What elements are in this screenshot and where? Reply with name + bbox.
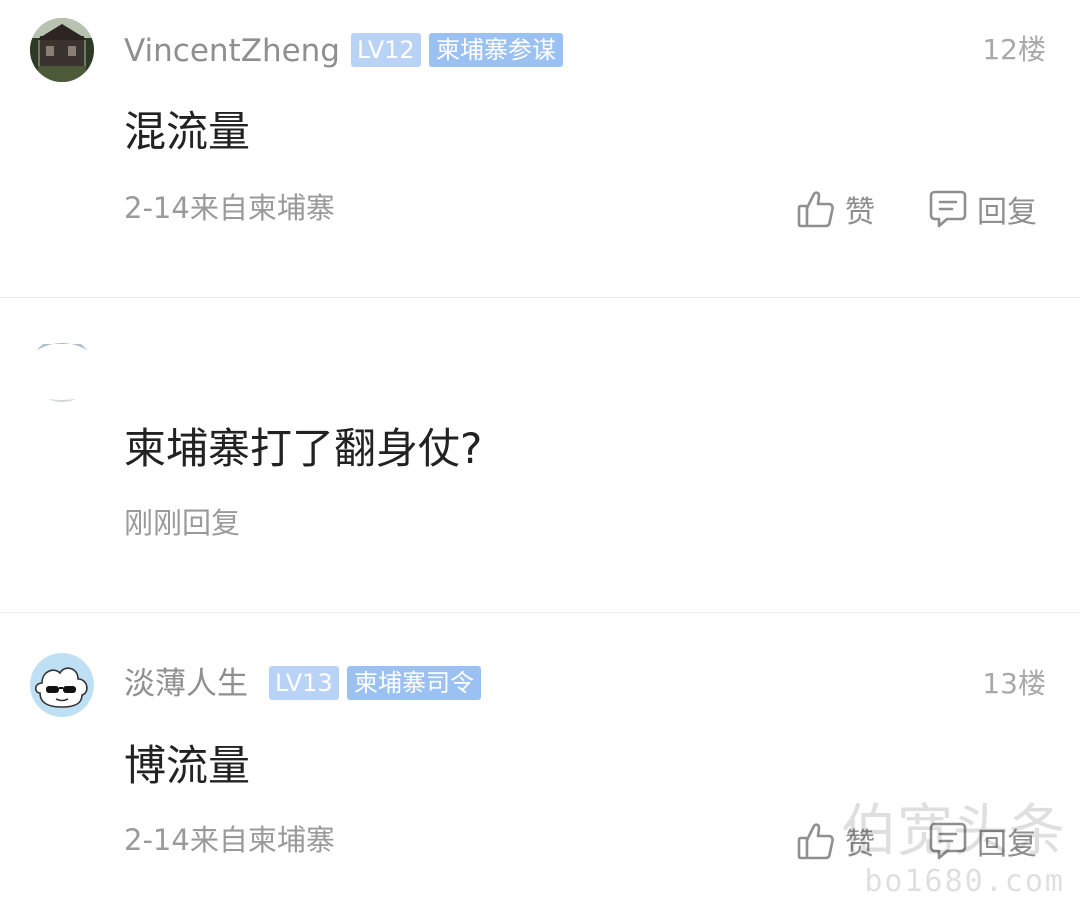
level-badge: LV12 <box>351 33 421 67</box>
watermark-text: 伯宽头条 <box>841 799 1065 864</box>
watermark-url: bo1680.com <box>864 864 1065 899</box>
comment-text: 混流量 <box>124 107 251 156</box>
thumbs-up-icon <box>797 189 835 229</box>
avatar-photo <box>30 338 94 402</box>
user-avatar[interactable] <box>30 338 94 402</box>
title-badge: 柬埔寨参谋 <box>429 33 563 67</box>
user-avatar[interactable] <box>30 653 94 717</box>
comment-meta: 刚刚回复 <box>124 506 241 540</box>
level-badge: LV13 <box>269 666 339 700</box>
like-label: 赞 <box>845 195 875 230</box>
user-avatar[interactable] <box>30 18 94 82</box>
username[interactable]: 淡薄人生 <box>124 666 248 702</box>
like-button[interactable]: 赞 <box>797 186 875 232</box>
watermark: 伯宽头条 bo1680.com <box>755 800 1075 900</box>
comment-meta: 2-14来自柬埔寨 <box>124 191 335 225</box>
comment-text: 柬埔寨打了翻身仗? <box>124 424 483 473</box>
reply-label: 回复 <box>977 195 1037 230</box>
reply-button[interactable]: 回复 <box>929 186 1037 232</box>
username[interactable]: VincentZheng <box>124 33 340 69</box>
comment-bubble-icon <box>929 188 967 230</box>
comment-text: 博流量 <box>124 741 251 790</box>
floor-number: 13楼 <box>982 667 1046 700</box>
avatar-cartoon <box>30 653 94 717</box>
comment-meta: 2-14来自柬埔寨 <box>124 823 335 857</box>
comment-item-2: 柬埔寨打了翻身仗? 刚刚回复 <box>0 298 1080 612</box>
comment-item-1: VincentZheng LV12 柬埔寨参谋 12楼 混流量 2-14来自柬埔… <box>0 0 1080 297</box>
avatar-photo <box>30 18 94 82</box>
floor-number: 12楼 <box>982 33 1046 66</box>
title-badge: 柬埔寨司令 <box>347 666 481 700</box>
